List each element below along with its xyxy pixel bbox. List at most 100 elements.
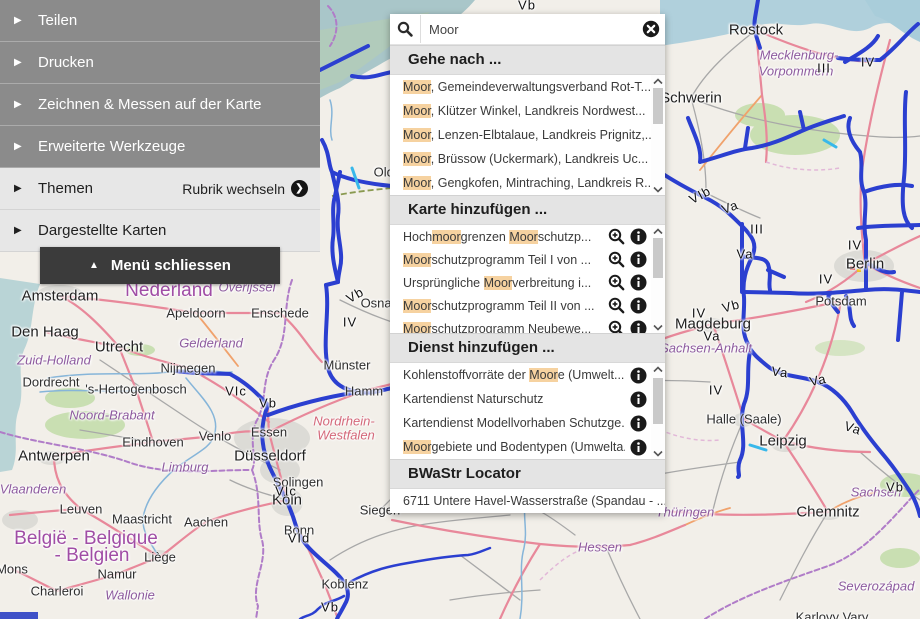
- zoom-to-result-button[interactable]: [607, 251, 625, 269]
- city-label: Schwerin: [660, 90, 722, 107]
- menu-item-label: Teilen: [38, 12, 77, 29]
- scroll-thumb[interactable]: [653, 238, 663, 278]
- info-circle-icon: [630, 228, 647, 245]
- scroll-up-button[interactable]: [653, 225, 663, 237]
- city-label: Nijmegen: [161, 361, 216, 376]
- result-info-button[interactable]: [629, 228, 647, 246]
- zoom-to-result-button[interactable]: [607, 228, 625, 246]
- map-viewport[interactable]: AmsterdamDen HaagUtrechtApeldoornEnsched…: [0, 0, 920, 619]
- region-label: Mecklenburg-: [760, 48, 839, 63]
- menu-item-drucken[interactable]: ▶Drucken: [0, 42, 320, 84]
- result-info-button[interactable]: [629, 274, 647, 292]
- text-segment: schutzprogramm Teil I von ...: [431, 253, 591, 267]
- city-label: Utrecht: [95, 339, 143, 356]
- menu-item-dargestellte-karten[interactable]: ▶Dargestellte Karten: [0, 210, 320, 252]
- region-label: Nordrhein-: [313, 414, 374, 429]
- section-list-karte: Hochmoorgrenzen Moorschutzp...Moorschutz…: [390, 225, 665, 333]
- triangle-right-icon: ▶: [14, 225, 38, 236]
- result-item[interactable]: Hochmoorgrenzen Moorschutzp...: [390, 225, 651, 248]
- info-circle-icon: [630, 367, 647, 384]
- waterway-class-label: Va: [719, 197, 740, 217]
- text-segment: schutzprogramm Teil II von ...: [431, 299, 594, 313]
- text-segment: Ursprüngliche: [403, 276, 484, 290]
- menu-action-rubrik-wechseln[interactable]: Rubrik wechseln❯: [182, 180, 308, 197]
- menu-action-label: Rubrik wechseln: [182, 181, 285, 197]
- menu-item-label: Zeichnen & Messen auf der Karte: [38, 96, 261, 113]
- result-item-actions: [625, 366, 651, 384]
- menu-item-zeichnen-messen-auf-der-karte[interactable]: ▶Zeichnen & Messen auf der Karte: [0, 84, 320, 126]
- scroll-thumb[interactable]: [653, 88, 663, 124]
- result-info-button[interactable]: [629, 297, 647, 315]
- clear-search-button[interactable]: [637, 20, 665, 38]
- match-highlight: Moor: [403, 253, 431, 267]
- result-info-button[interactable]: [629, 320, 647, 334]
- result-item[interactable]: Kartendienst Naturschutz: [390, 387, 651, 411]
- result-item[interactable]: Moorgebiete und Bodentypen (Umwelta...: [390, 435, 651, 459]
- waterway-class-label: Vb: [259, 396, 277, 411]
- info-circle-icon: [630, 439, 647, 456]
- region-label: Vorpommern: [759, 64, 834, 79]
- result-item[interactable]: Kartendienst Modellvorhaben Schutzge...: [390, 411, 651, 435]
- waterway-class-label: Va: [704, 329, 721, 344]
- scrollbar[interactable]: [651, 75, 665, 195]
- result-item[interactable]: Moorschutzprogramm Teil I von ...: [390, 248, 651, 271]
- scrollbar[interactable]: [651, 225, 665, 333]
- city-label: Leipzig: [759, 433, 807, 450]
- match-highlight: Moor: [529, 368, 557, 382]
- triangle-right-icon: ▶: [14, 99, 38, 110]
- text-segment: Kohlenstoffvorräte der: [403, 368, 529, 382]
- scroll-thumb[interactable]: [653, 378, 663, 424]
- menu-close-button[interactable]: ▲ Menü schliessen: [40, 247, 280, 284]
- result-rows: Kohlenstoffvorräte der Moore (Umwelt...K…: [390, 363, 651, 459]
- section-list-dienst: Kohlenstoffvorräte der Moore (Umwelt...K…: [390, 363, 665, 459]
- section-header-goto: Gehe nach ...: [390, 45, 665, 75]
- result-item[interactable]: Moorschutzprogramm Neubewe...: [390, 317, 651, 333]
- circle-x-icon: [642, 20, 660, 38]
- result-item[interactable]: Moor, Gemeindeverwaltungsverband Rot-T..…: [390, 75, 651, 99]
- result-info-button[interactable]: [629, 438, 647, 456]
- info-circle-icon: [630, 297, 647, 314]
- result-item[interactable]: Moor, Gengkofen, Mintraching, Landkreis …: [390, 171, 651, 195]
- city-label: Aachen: [184, 515, 228, 530]
- text-segment: , Brüssow (Uckermark), Landkreis Uc...: [431, 152, 648, 166]
- zoom-to-result-button[interactable]: [607, 297, 625, 315]
- result-info-button[interactable]: [629, 390, 647, 408]
- search-input[interactable]: [420, 15, 637, 43]
- scroll-up-button[interactable]: [653, 363, 663, 375]
- result-item[interactable]: Moor, Lenzen-Elbtalaue, Landkreis Prigni…: [390, 123, 651, 147]
- search-bar: [390, 14, 665, 45]
- result-info-button[interactable]: [629, 366, 647, 384]
- result-item-actions: [603, 320, 651, 334]
- menu-item-themen[interactable]: ▶ThemenRubrik wechseln❯: [0, 168, 320, 210]
- region-label: Sachsen-Anhalt: [660, 341, 752, 356]
- scroll-up-button[interactable]: [653, 75, 663, 87]
- city-label: Mons: [0, 562, 28, 577]
- region-label: Severozápad: [838, 579, 915, 594]
- result-item-text: Moor, Gengkofen, Mintraching, Landkreis …: [403, 176, 651, 190]
- city-label: Berlin: [846, 256, 884, 273]
- menu-item-label: Drucken: [38, 54, 94, 71]
- result-info-button[interactable]: [629, 251, 647, 269]
- result-info-button[interactable]: [629, 414, 647, 432]
- result-item[interactable]: Ursprüngliche Moorverbreitung i...: [390, 271, 651, 294]
- result-item[interactable]: Moor, Brüssow (Uckermark), Landkreis Uc.…: [390, 147, 651, 171]
- waterway-class-label: Va: [843, 418, 864, 437]
- text-segment: schutzprogramm Neubewe...: [431, 322, 591, 334]
- scroll-down-button[interactable]: [653, 447, 663, 459]
- result-item[interactable]: Kohlenstoffvorräte der Moore (Umwelt...: [390, 363, 651, 387]
- text-segment: , Klützer Winkel, Landkreis Nordwest...: [431, 104, 646, 118]
- magnifier-plus-icon: [608, 228, 625, 245]
- city-label: Halle (Saale): [706, 412, 781, 427]
- result-item[interactable]: 6711 Untere Havel-Wasserstraße (Spandau …: [390, 489, 665, 513]
- region-label: Sachsen: [851, 485, 902, 500]
- scroll-down-button[interactable]: [653, 321, 663, 333]
- menu-item-teilen[interactable]: ▶Teilen: [0, 0, 320, 42]
- scrollbar[interactable]: [651, 363, 665, 459]
- zoom-to-result-button[interactable]: [607, 274, 625, 292]
- text-segment: , Gemeindeverwaltungsverband Rot-T...: [431, 80, 651, 94]
- result-item[interactable]: Moorschutzprogramm Teil II von ...: [390, 294, 651, 317]
- menu-item-erweiterte-werkzeuge[interactable]: ▶Erweiterte Werkzeuge: [0, 126, 320, 168]
- scroll-down-button[interactable]: [653, 183, 663, 195]
- result-item[interactable]: Moor, Klützer Winkel, Landkreis Nordwest…: [390, 99, 651, 123]
- zoom-to-result-button[interactable]: [607, 320, 625, 334]
